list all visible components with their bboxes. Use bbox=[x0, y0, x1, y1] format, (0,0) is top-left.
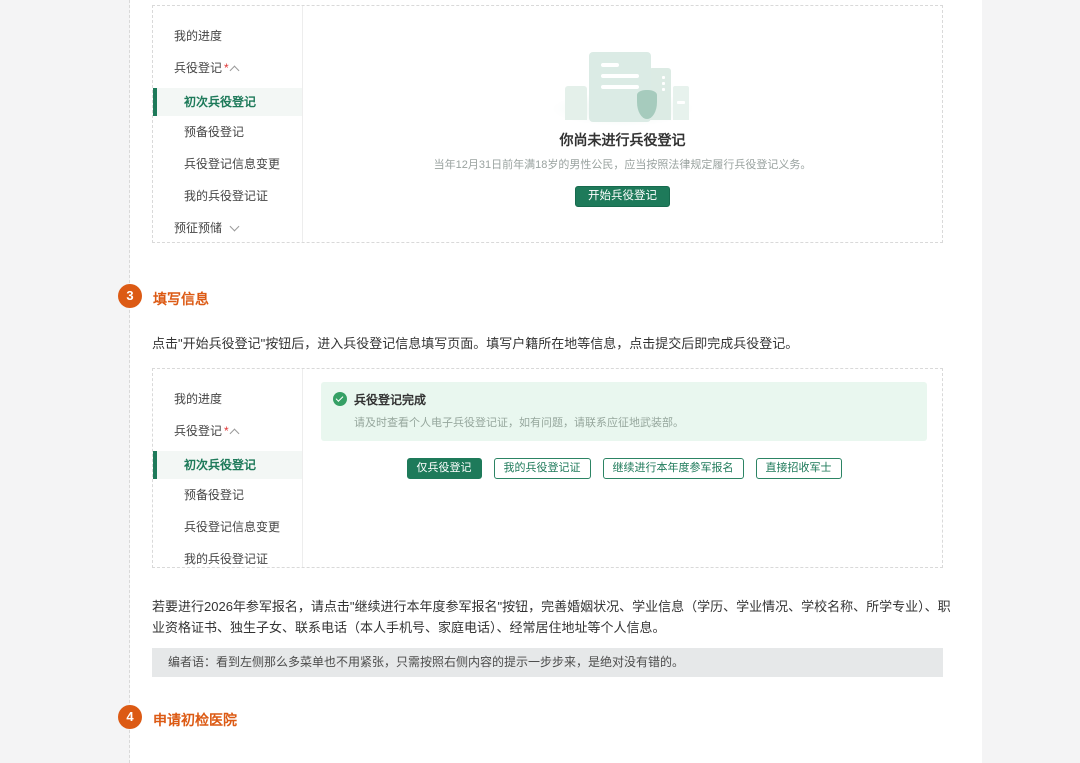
sidebar-item-pre-recruitment[interactable]: 预征预储 bbox=[153, 212, 302, 243]
page: 我的进度 兵役登记* 初次兵役登记 预备役登记 兵役登记信息变更 我的兵役登记证… bbox=[0, 0, 1080, 763]
required-asterisk: * bbox=[224, 61, 229, 75]
sidebar-item-label: 初次兵役登记 bbox=[184, 458, 256, 472]
sidebar-item-label: 我的进度 bbox=[174, 392, 222, 406]
step-4-title: 申请初检医院 bbox=[153, 710, 237, 730]
sidebar-menu: 我的进度 兵役登记* 初次兵役登记 预备役登记 兵役登记信息变更 我的兵役登记证 bbox=[153, 369, 303, 567]
start-registration-button[interactable]: 开始兵役登记 bbox=[575, 186, 670, 207]
sidebar-item-label: 预征预储 bbox=[174, 221, 222, 235]
sidebar-item-my-cert[interactable]: 我的兵役登记证 bbox=[153, 180, 302, 212]
sidebar-item-my-progress[interactable]: 我的进度 bbox=[153, 383, 302, 415]
step-3-title: 填写信息 bbox=[153, 289, 209, 309]
sidebar-item-label: 初次兵役登记 bbox=[184, 95, 256, 109]
registration-panel-completed: 我的进度 兵役登记* 初次兵役登记 预备役登记 兵役登记信息变更 我的兵役登记证 bbox=[152, 368, 943, 568]
sidebar-item-info-change[interactable]: 兵役登记信息变更 bbox=[153, 511, 302, 543]
sidebar-item-label: 我的兵役登记证 bbox=[184, 189, 268, 203]
chevron-down-icon bbox=[230, 222, 240, 232]
sidebar-item-label: 我的进度 bbox=[174, 29, 222, 43]
sidebar-menu: 我的进度 兵役登记* 初次兵役登记 预备役登记 兵役登记信息变更 我的兵役登记证… bbox=[153, 6, 303, 242]
sidebar-item-label: 兵役登记信息变更 bbox=[184, 157, 280, 171]
step-3-badge: 3 bbox=[118, 284, 142, 308]
sidebar-item-label: 预备役登记 bbox=[184, 488, 244, 502]
registration-empty-illustration bbox=[553, 46, 693, 126]
sidebar-item-label: 兵役登记 bbox=[174, 61, 222, 75]
action-button-row: 仅兵役登记 我的兵役登记证 继续进行本年度参军报名 直接招收军士 bbox=[321, 458, 927, 479]
sidebar-item-service-registration[interactable]: 兵役登记* bbox=[153, 52, 302, 84]
sidebar-item-my-cert[interactable]: 我的兵役登记证 bbox=[153, 543, 302, 568]
editor-note-box: 编者语：看到左侧那么多菜单也不用紧张，只需按照右侧内容的提示一步步来，是绝对没有… bbox=[152, 648, 943, 677]
my-registration-cert-button[interactable]: 我的兵役登记证 bbox=[494, 458, 591, 479]
empty-state-description: 当年12月31日前年满18岁的男性公民，应当按照法律规定履行兵役登记义务。 bbox=[434, 156, 812, 172]
sidebar-item-label: 预备役登记 bbox=[184, 125, 244, 139]
illustration-building-left bbox=[565, 86, 587, 120]
alert-description: 请及时查看个人电子兵役登记证，如有问题，请联系应征地武装部。 bbox=[354, 414, 684, 430]
required-asterisk: * bbox=[224, 424, 229, 438]
sidebar-item-reserve-registration[interactable]: 预备役登记 bbox=[153, 116, 302, 148]
step-timeline-connector bbox=[129, 0, 130, 763]
sidebar-item-service-registration[interactable]: 兵役登记* bbox=[153, 415, 302, 447]
sidebar-item-first-registration[interactable]: 初次兵役登记 bbox=[153, 88, 302, 116]
sidebar-item-label: 我的兵役登记证 bbox=[184, 552, 268, 566]
empty-state-title: 你尚未进行兵役登记 bbox=[560, 130, 686, 150]
registration-panel-empty: 我的进度 兵役登记* 初次兵役登记 预备役登记 兵役登记信息变更 我的兵役登记证… bbox=[152, 5, 943, 243]
sidebar-item-label: 兵役登记 bbox=[174, 424, 222, 438]
direct-recruit-sergeant-button[interactable]: 直接招收军士 bbox=[756, 458, 842, 479]
sidebar-item-reserve-registration[interactable]: 预备役登记 bbox=[153, 479, 302, 511]
sidebar-item-info-change[interactable]: 兵役登记信息变更 bbox=[153, 148, 302, 180]
shield-icon bbox=[637, 90, 657, 119]
step-3-intro-text: 点击"开始兵役登记"按钮后，进入兵役登记信息填写页面。填写户籍所在地等信息，点击… bbox=[152, 333, 951, 354]
continue-enlistment-signup-button[interactable]: 继续进行本年度参军报名 bbox=[603, 458, 744, 479]
enlistment-signup-note-text: 若要进行2026年参军报名，请点击"继续进行本年度参军报名"按钮，完善婚姻状况、… bbox=[152, 596, 951, 638]
success-alert: 兵役登记完成 请及时查看个人电子兵役登记证，如有问题，请联系应征地武装部。 bbox=[321, 382, 927, 441]
empty-state-area: 你尚未进行兵役登记 当年12月31日前年满18岁的男性公民，应当按照法律规定履行… bbox=[303, 6, 942, 242]
illustration-window-dots bbox=[662, 76, 665, 79]
sidebar-item-first-registration[interactable]: 初次兵役登记 bbox=[153, 451, 302, 479]
registration-only-button[interactable]: 仅兵役登记 bbox=[407, 458, 482, 479]
sidebar-item-my-progress[interactable]: 我的进度 bbox=[153, 20, 302, 52]
illustration-window-dash bbox=[677, 101, 685, 104]
step-4-badge: 4 bbox=[118, 705, 142, 729]
alert-title: 兵役登记完成 bbox=[354, 391, 684, 408]
check-circle-icon bbox=[333, 392, 347, 406]
sidebar-item-label: 兵役登记信息变更 bbox=[184, 520, 280, 534]
chevron-up-icon bbox=[230, 66, 240, 76]
completed-state-area: 兵役登记完成 请及时查看个人电子兵役登记证，如有问题，请联系应征地武装部。 仅兵… bbox=[303, 369, 942, 567]
chevron-up-icon bbox=[230, 429, 240, 439]
